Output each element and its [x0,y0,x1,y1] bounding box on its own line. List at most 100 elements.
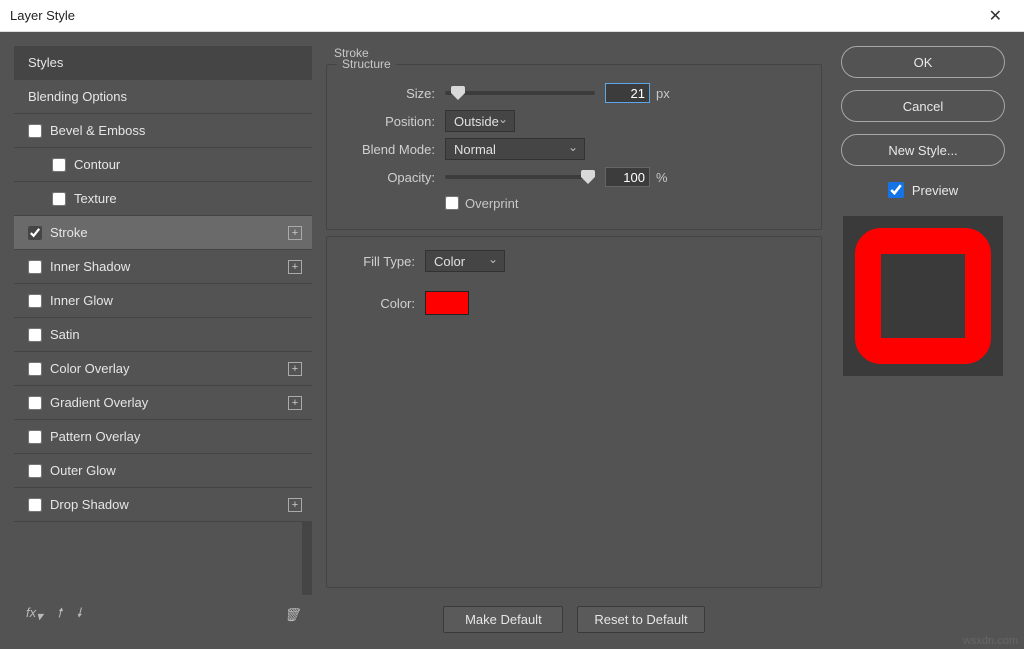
sidebar-item-color-overlay[interactable]: Color Overlay + [14,352,312,386]
size-input[interactable] [605,83,650,103]
label-pattern-overlay: Pattern Overlay [50,429,140,444]
sidebar-footer: fx▾ 🠕 🠗 🗑 [14,595,312,635]
checkbox-pattern-overlay[interactable] [28,430,42,444]
position-dropdown[interactable]: Outside [445,110,515,132]
reset-default-button[interactable]: Reset to Default [577,606,704,633]
sidebar-item-outer-glow[interactable]: Outer Glow [14,454,312,488]
label-overprint: Overprint [465,196,518,211]
label-color-overlay: Color Overlay [50,361,129,376]
size-slider[interactable] [445,91,595,95]
add-stroke-icon[interactable]: + [288,226,302,240]
sidebar-item-stroke[interactable]: Stroke + [14,216,312,250]
opacity-slider-thumb[interactable] [581,170,595,184]
row-filltype: Fill Type: Color [345,247,803,275]
blendmode-dropdown[interactable]: Normal [445,138,585,160]
arrow-down-icon[interactable]: 🠗 [76,604,82,626]
add-inner-shadow-icon[interactable]: + [288,260,302,274]
add-gradient-overlay-icon[interactable]: + [288,396,302,410]
sidebar-item-styles[interactable]: Styles [14,46,312,80]
add-color-overlay-icon[interactable]: + [288,362,302,376]
label-opacity: Opacity: [345,170,435,185]
checkbox-contour[interactable] [52,158,66,172]
checkbox-outer-glow[interactable] [28,464,42,478]
watermark: wsxdn.com [963,635,1018,647]
label-color: Color: [345,296,415,311]
label-size: Size: [345,86,435,101]
row-blendmode: Blend Mode: Normal [345,135,803,163]
opacity-input[interactable] [605,167,650,187]
checkbox-bevel[interactable] [28,124,42,138]
structure-group: Structure Size: px Position: Outside Ble… [326,64,822,230]
unit-percent: % [656,170,668,185]
close-icon[interactable]: ✕ [977,2,1014,30]
label-preview: Preview [912,183,958,198]
settings-panel: Stroke Structure Size: px Position: Outs… [326,46,822,635]
checkbox-inner-shadow[interactable] [28,260,42,274]
structure-legend: Structure [337,57,396,71]
sidebar-item-inner-shadow[interactable]: Inner Shadow + [14,250,312,284]
styles-sidebar: Styles Blending Options Bevel & Emboss C… [14,46,312,635]
right-column: OK Cancel New Style... Preview [836,46,1010,635]
sidebar-item-texture[interactable]: Texture [14,182,312,216]
cancel-button[interactable]: Cancel [841,90,1005,122]
row-size: Size: px [345,79,803,107]
sidebar-item-pattern-overlay[interactable]: Pattern Overlay [14,420,312,454]
label-filltype: Fill Type: [345,254,415,269]
label-contour: Contour [74,157,120,172]
sidebar-item-drop-shadow[interactable]: Drop Shadow + [14,488,312,522]
unit-px: px [656,86,670,101]
preview-toggle: Preview [888,182,958,198]
sidebar-item-blending[interactable]: Blending Options [14,80,312,114]
sidebar-item-contour[interactable]: Contour [14,148,312,182]
checkbox-drop-shadow[interactable] [28,498,42,512]
sidebar-item-satin[interactable]: Satin [14,318,312,352]
ok-button[interactable]: OK [841,46,1005,78]
opacity-slider[interactable] [445,175,595,179]
arrow-up-icon[interactable]: 🠕 [57,604,63,626]
dialog-body: Styles Blending Options Bevel & Emboss C… [0,32,1024,649]
label-satin: Satin [50,327,80,342]
label-inner-shadow: Inner Shadow [50,259,130,274]
sidebar-item-bevel[interactable]: Bevel & Emboss [14,114,312,148]
make-default-button[interactable]: Make Default [443,606,563,633]
label-styles: Styles [28,55,63,70]
default-buttons: Make Default Reset to Default [326,600,822,635]
add-drop-shadow-icon[interactable]: + [288,498,302,512]
checkbox-satin[interactable] [28,328,42,342]
label-blending: Blending Options [28,89,127,104]
fx-icon[interactable]: fx▾ [26,605,43,625]
size-slider-thumb[interactable] [451,86,465,100]
label-texture: Texture [74,191,117,206]
label-blendmode: Blend Mode: [345,142,435,157]
position-value: Outside [454,114,499,129]
checkbox-overprint[interactable] [445,196,459,210]
checkbox-texture[interactable] [52,192,66,206]
titlebar: Layer Style ✕ [0,0,1024,32]
label-bevel: Bevel & Emboss [50,123,145,138]
label-outer-glow: Outer Glow [50,463,116,478]
checkbox-color-overlay[interactable] [28,362,42,376]
label-position: Position: [345,114,435,129]
row-opacity: Opacity: % [345,163,803,191]
color-swatch[interactable] [425,291,469,315]
checkbox-inner-glow[interactable] [28,294,42,308]
filltype-value: Color [434,254,465,269]
sidebar-item-gradient-overlay[interactable]: Gradient Overlay + [14,386,312,420]
window-title: Layer Style [10,8,75,23]
trash-icon[interactable]: 🗑 [283,607,300,623]
label-gradient-overlay: Gradient Overlay [50,395,148,410]
fill-group: Fill Type: Color Color: [326,236,822,588]
sidebar-item-inner-glow[interactable]: Inner Glow [14,284,312,318]
checkbox-stroke[interactable] [28,226,42,240]
label-inner-glow: Inner Glow [50,293,113,308]
row-overprint: Overprint [445,191,803,215]
preview-box [843,216,1003,376]
filltype-dropdown[interactable]: Color [425,250,505,272]
checkbox-preview[interactable] [888,182,904,198]
panel-title: Stroke [326,46,822,64]
row-position: Position: Outside [345,107,803,135]
row-color: Color: [345,289,803,317]
new-style-button[interactable]: New Style... [841,134,1005,166]
checkbox-gradient-overlay[interactable] [28,396,42,410]
label-stroke: Stroke [50,225,88,240]
